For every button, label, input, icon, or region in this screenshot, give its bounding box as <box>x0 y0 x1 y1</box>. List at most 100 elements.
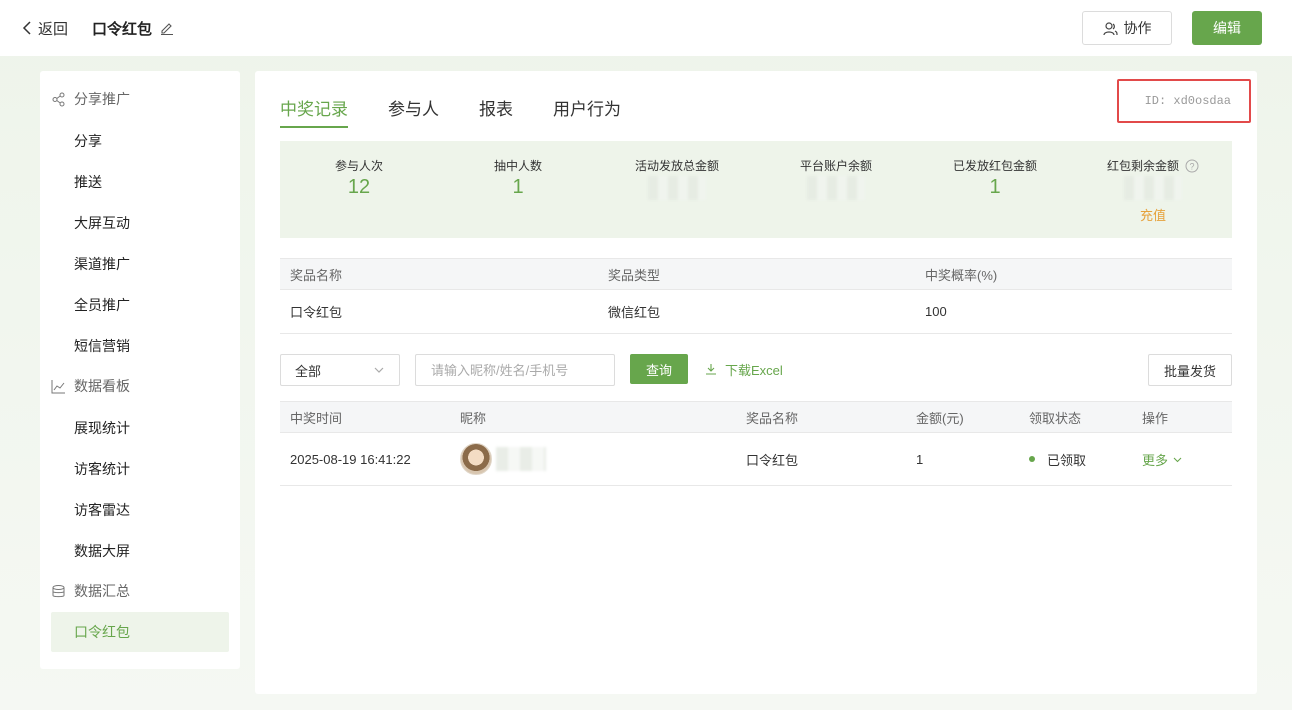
back-button[interactable]: 返回 <box>22 17 68 39</box>
sidebar-group-label: 数据看板 <box>74 378 130 394</box>
stat-label: 红包剩余金额 <box>1106 159 1179 173</box>
tab-bar: 中奖记录 参与人 报表 用户行为 <box>280 95 621 128</box>
redacted-nickname <box>496 447 546 471</box>
query-button[interactable]: 查询 <box>630 354 688 384</box>
stat-remaining: 红包剩余金额 ? 充值 <box>1074 157 1232 224</box>
stat-value: 12 <box>347 176 371 198</box>
prize-table-header: 奖品名称 奖品类型 中奖概率(%) <box>280 258 1232 290</box>
more-dropdown[interactable]: 更多 <box>1142 450 1183 469</box>
stat-label: 活动发放总金额 <box>634 159 719 173</box>
column-header: 领取状态 <box>1029 410 1082 426</box>
tab-participants[interactable]: 参与人 <box>388 95 439 127</box>
sidebar-item-password-redpacket[interactable]: 口令红包 <box>51 612 229 652</box>
win-time: 2025-08-19 16:41:22 <box>290 451 411 467</box>
stats-panel: 参与人次 12 抽中人数 1 活动发放总金额 平台账户余额 已发放红包金额 1 … <box>280 141 1232 238</box>
column-header: 操作 <box>1142 410 1169 426</box>
collaborate-button[interactable]: 协作 <box>1082 11 1172 45</box>
sidebar: 分享推广 分享 推送 大屏互动 渠道推广 全员推广 短信营销 数据看板 展现统计… <box>40 71 240 669</box>
batch-ship-button[interactable]: 批量发货 <box>1148 354 1232 386</box>
database-icon <box>52 584 65 597</box>
prize-name: 口令红包 <box>290 305 343 320</box>
activity-id-text: ID: xd0osdaa <box>1144 94 1231 108</box>
prize-type: 微信红包 <box>608 305 661 320</box>
stat-label: 平台账户余额 <box>799 159 872 173</box>
sidebar-group-dashboard: 数据看板 <box>51 371 130 401</box>
sidebar-item-visitor-radar[interactable]: 访客雷达 <box>51 490 229 530</box>
page-title-text: 口令红包 <box>92 20 153 38</box>
stat-label: 参与人次 <box>334 159 383 173</box>
column-header: 中奖时间 <box>290 410 343 426</box>
edit-pencil-icon[interactable] <box>160 21 174 35</box>
sidebar-item-push[interactable]: 推送 <box>51 162 229 202</box>
action-cell: 更多 <box>1142 433 1183 485</box>
redacted-value <box>648 176 706 200</box>
help-icon[interactable]: ? <box>1185 159 1199 173</box>
chevron-left-icon <box>22 21 31 35</box>
claim-status-text: 已领取 <box>1047 452 1087 468</box>
main-panel: 中奖记录 参与人 报表 用户行为 ID: xd0osdaa 参与人次 12 抽中… <box>255 71 1257 694</box>
chevron-down-icon <box>374 367 384 373</box>
sidebar-group-summary: 数据汇总 <box>51 576 130 606</box>
table-row: 口令红包 微信红包 100 <box>280 290 1232 334</box>
chevron-down-icon <box>1173 457 1182 462</box>
stat-participants: 参与人次 12 <box>280 157 438 200</box>
stat-value: 1 <box>989 176 1001 198</box>
status-dot-icon <box>1029 456 1035 462</box>
recharge-link[interactable]: 充值 <box>1074 205 1232 224</box>
column-header: 奖品名称 <box>290 267 343 283</box>
stat-value: 1 <box>512 176 524 198</box>
user-collab-icon <box>1102 21 1118 35</box>
redacted-value <box>1124 176 1182 200</box>
stat-platform-balance: 平台账户余额 <box>757 157 915 203</box>
tab-win-records[interactable]: 中奖记录 <box>280 95 348 128</box>
records-table: 中奖时间 昵称 奖品名称 金额(元) 领取状态 操作 2025-08-19 16… <box>280 401 1232 486</box>
back-label: 返回 <box>38 20 69 38</box>
download-excel-link[interactable]: 下载Excel <box>705 354 783 384</box>
stat-total-amount: 活动发放总金额 <box>598 157 756 203</box>
sidebar-group-label: 分享推广 <box>74 91 130 107</box>
download-label: 下载Excel <box>725 362 783 378</box>
sidebar-item-share[interactable]: 分享 <box>51 121 229 161</box>
record-prize-name: 口令红包 <box>746 452 799 468</box>
sidebar-item-channel-promotion[interactable]: 渠道推广 <box>51 244 229 284</box>
status-select[interactable]: 全部 <box>280 354 400 386</box>
records-table-header: 中奖时间 昵称 奖品名称 金额(元) 领取状态 操作 <box>280 401 1232 433</box>
download-icon <box>706 364 716 375</box>
stat-label: 已发放红包金额 <box>952 159 1037 173</box>
chart-icon <box>51 379 65 393</box>
page-title: 口令红包 <box>92 17 174 39</box>
activity-id: ID: xd0osdaa <box>1117 79 1251 123</box>
collaborate-label: 协作 <box>1123 20 1152 36</box>
edit-button[interactable]: 编辑 <box>1192 11 1262 45</box>
top-bar: 返回 口令红包 协作 编辑 <box>0 0 1292 56</box>
sidebar-item-impression-stats[interactable]: 展现统计 <box>51 408 229 448</box>
share-icon <box>52 92 65 106</box>
claim-status: 已领取 <box>1029 433 1086 485</box>
avatar <box>460 443 492 475</box>
record-amount: 1 <box>916 451 924 467</box>
svg-text:?: ? <box>1189 161 1194 171</box>
sidebar-item-sms-marketing[interactable]: 短信营销 <box>51 326 229 366</box>
column-header: 中奖概率(%) <box>925 267 998 283</box>
column-header: 奖品类型 <box>608 267 661 283</box>
redacted-value <box>807 176 865 200</box>
search-input[interactable] <box>415 354 615 386</box>
stat-issued-amount: 已发放红包金额 1 <box>916 157 1074 200</box>
column-header: 昵称 <box>460 410 487 426</box>
stat-label-row: 红包剩余金额 ? <box>1074 157 1232 174</box>
prize-probability: 100 <box>925 304 947 319</box>
column-header: 金额(元) <box>916 410 964 426</box>
sidebar-item-data-screen[interactable]: 数据大屏 <box>51 531 229 571</box>
sidebar-item-visitor-stats[interactable]: 访客统计 <box>51 449 229 489</box>
tab-user-behavior[interactable]: 用户行为 <box>553 95 621 127</box>
tab-report[interactable]: 报表 <box>479 95 513 127</box>
table-row: 2025-08-19 16:41:22 口令红包 1 已领取 更多 <box>280 433 1232 486</box>
more-label: 更多 <box>1142 452 1169 468</box>
sidebar-item-screen-interaction[interactable]: 大屏互动 <box>51 203 229 243</box>
prize-table: 奖品名称 奖品类型 中奖概率(%) 口令红包 微信红包 100 <box>280 258 1232 334</box>
column-header: 奖品名称 <box>746 410 799 426</box>
sidebar-item-staff-promotion[interactable]: 全员推广 <box>51 285 229 325</box>
stat-winners: 抽中人数 1 <box>439 157 597 200</box>
select-value: 全部 <box>295 363 322 379</box>
sidebar-group-label: 数据汇总 <box>74 583 130 599</box>
